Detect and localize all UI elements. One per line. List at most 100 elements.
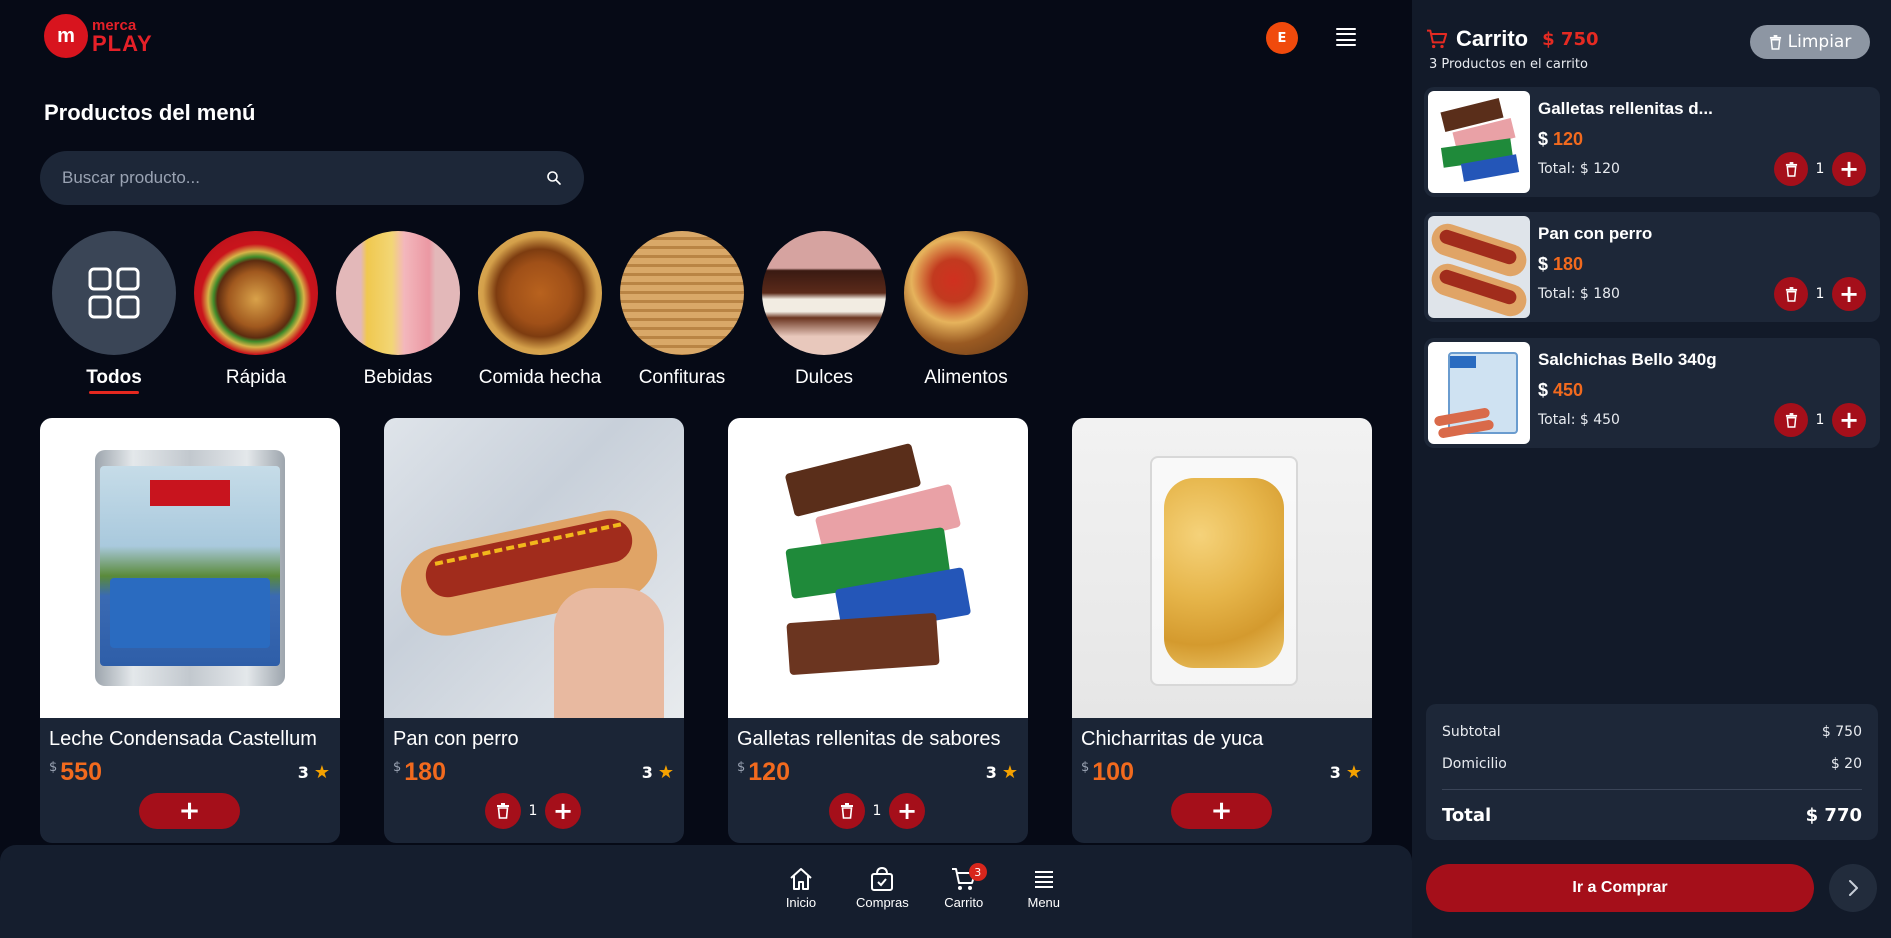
product-name: Galletas rellenitas de sabores <box>737 728 1001 750</box>
search-input[interactable] <box>62 168 546 188</box>
star-icon: ★ <box>313 762 330 783</box>
category-rapida[interactable]: Rápida <box>194 231 318 394</box>
trash-icon <box>497 803 509 819</box>
nav-menu[interactable]: Menu <box>1019 867 1069 910</box>
cart-item-price: $ 180 <box>1538 254 1584 274</box>
remove-item-button[interactable] <box>1774 403 1808 437</box>
cart-item-image <box>1428 342 1530 444</box>
increase-quantity-button[interactable]: + <box>545 793 581 829</box>
nav-carrito[interactable]: Carrito 3 <box>939 863 989 910</box>
cart-item-count: 3 Productos en el carrito <box>1429 57 1588 72</box>
page-title: Productos del menú <box>44 100 256 125</box>
product-rating: 3 ★ <box>641 762 674 783</box>
product-name: Pan con perro <box>393 728 519 750</box>
fried-chicken-image <box>478 231 602 355</box>
product-price: $180 <box>393 758 446 786</box>
logo-mark: m <box>44 14 88 58</box>
logo-text-bottom: PLAY <box>92 30 153 56</box>
category-confituras[interactable]: Confituras <box>620 231 744 394</box>
increase-quantity-button[interactable]: + <box>889 793 925 829</box>
category-label: Alimentos <box>924 367 1008 388</box>
clear-cart-button[interactable]: Limpiar <box>1750 25 1870 59</box>
cart-item: Galletas rellenitas d... $ 120 Total: $ … <box>1424 87 1880 197</box>
cart-item-total: Total: $ 180 <box>1538 286 1620 302</box>
quantity-stepper: 1 + <box>1774 152 1866 186</box>
search-bar <box>40 151 584 205</box>
trash-icon <box>1769 34 1781 50</box>
cart-item-image <box>1428 91 1530 193</box>
product-image <box>40 418 340 718</box>
nav-inicio[interactable]: Inicio <box>776 867 826 910</box>
cart-item-name: Salchichas Bello 340g <box>1538 350 1717 369</box>
product-price: $550 <box>49 758 102 786</box>
delivery-label: Domicilio <box>1442 756 1507 772</box>
increase-quantity-button[interactable]: + <box>1832 152 1866 186</box>
menu-icon <box>1034 871 1053 888</box>
product-card[interactable]: Chicharritas de yuca $100 3 ★ + <box>1072 418 1372 843</box>
checkout-button[interactable]: Ir a Comprar <box>1426 864 1814 912</box>
cake-image <box>762 231 886 355</box>
cart-total: $ 750 <box>1542 28 1599 50</box>
product-grid: Leche Condensada Castellum $550 3 ★ + Pan… <box>40 418 1372 843</box>
category-comida-hecha[interactable]: Comida hecha <box>478 231 602 394</box>
category-dulces[interactable]: Dulces <box>762 231 886 394</box>
star-icon: ★ <box>657 762 674 783</box>
product-card[interactable]: Leche Condensada Castellum $550 3 ★ + <box>40 418 340 843</box>
product-card[interactable]: Galletas rellenitas de sabores $120 3 ★ 1… <box>728 418 1028 843</box>
quantity-value: 1 <box>872 803 882 819</box>
increase-quantity-button[interactable]: + <box>1832 403 1866 437</box>
quantity-value: 1 <box>1815 286 1825 302</box>
app-logo[interactable]: m merca PLAY <box>44 14 153 58</box>
cart-item-price: $ 120 <box>1538 129 1584 149</box>
nav-compras[interactable]: Compras <box>856 867 909 910</box>
search-icon[interactable] <box>546 170 562 186</box>
cart-item-image <box>1428 216 1530 318</box>
cart-icon <box>1427 29 1448 49</box>
cart-item-price: $ 450 <box>1538 380 1584 400</box>
product-image <box>1072 418 1372 718</box>
add-to-cart-button[interactable]: + <box>1171 793 1272 829</box>
trash-icon <box>1785 286 1797 302</box>
next-button[interactable] <box>1829 864 1877 912</box>
product-rating: 3 ★ <box>985 762 1018 783</box>
cart-item: Salchichas Bello 340g $ 450 Total: $ 450… <box>1424 338 1880 448</box>
category-label: Comida hecha <box>478 367 602 388</box>
category-todos[interactable]: Todos <box>52 231 176 394</box>
cart-item-total: Total: $ 450 <box>1538 412 1620 428</box>
home-icon <box>790 868 812 890</box>
cart-item-name: Pan con perro <box>1538 224 1653 243</box>
category-label: Todos <box>86 367 142 388</box>
quantity-stepper: 1 + <box>485 793 581 829</box>
trash-icon <box>841 803 853 819</box>
cart-count-badge: 3 <box>968 863 987 881</box>
shopping-bag-icon <box>871 867 894 891</box>
quantity-value: 1 <box>1815 161 1825 177</box>
cart-item-total: Total: $ 120 <box>1538 161 1620 177</box>
cart-item-name: Galletas rellenitas d... <box>1538 99 1713 118</box>
user-avatar[interactable]: E <box>1266 22 1298 54</box>
add-to-cart-button[interactable]: + <box>139 793 240 829</box>
increase-quantity-button[interactable]: + <box>1832 277 1866 311</box>
product-price: $100 <box>1081 758 1134 786</box>
category-label: Rápida <box>225 367 287 388</box>
subtotal-label: Subtotal <box>1442 724 1501 740</box>
delivery-value: $ 20 <box>1830 756 1862 772</box>
category-bebidas[interactable]: Bebidas <box>336 231 460 394</box>
grid-icon <box>52 231 176 355</box>
hamburger-menu-icon[interactable] <box>1336 28 1356 46</box>
category-alimentos[interactable]: Alimentos <box>904 231 1028 394</box>
chevron-right-icon <box>1849 880 1858 896</box>
remove-item-button[interactable] <box>1774 277 1808 311</box>
remove-item-button[interactable] <box>829 793 865 829</box>
category-label: Bebidas <box>363 367 433 388</box>
category-label: Confituras <box>638 367 726 388</box>
product-name: Chicharritas de yuca <box>1081 728 1264 750</box>
nav-label: Carrito <box>944 895 984 910</box>
active-category-indicator <box>89 391 139 394</box>
quantity-value: 1 <box>528 803 538 819</box>
remove-item-button[interactable] <box>1774 152 1808 186</box>
summary-divider <box>1442 789 1862 790</box>
remove-item-button[interactable] <box>485 793 521 829</box>
star-icon: ★ <box>1001 762 1018 783</box>
product-card[interactable]: Pan con perro $180 3 ★ 1 + <box>384 418 684 843</box>
